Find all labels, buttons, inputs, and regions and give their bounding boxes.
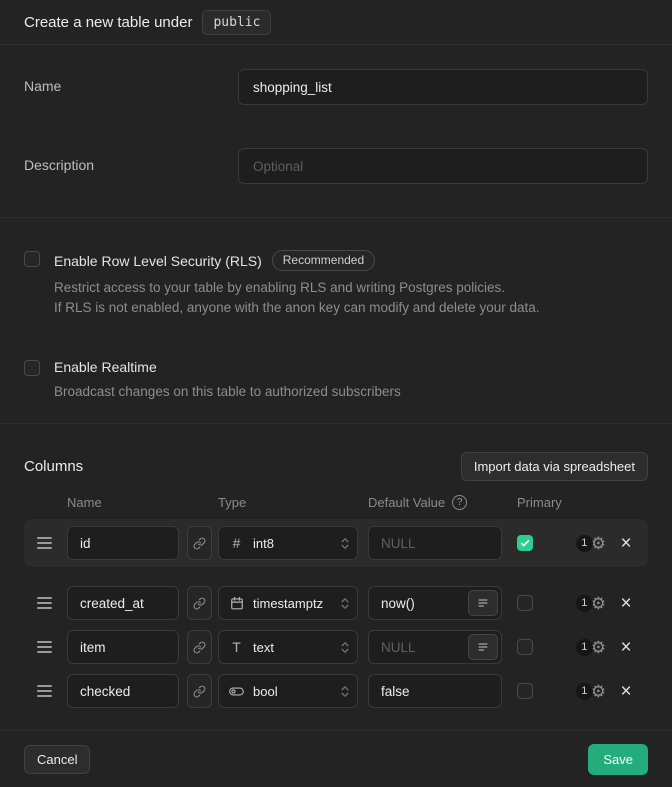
primary-checkbox[interactable]: [517, 639, 533, 655]
delete-column-icon[interactable]: ×: [614, 682, 638, 701]
realtime-description: Broadcast changes on this table to autho…: [54, 382, 401, 402]
rls-toggle-block: Enable Row Level Security (RLS) Recommen…: [24, 251, 648, 318]
description-field-row: Description: [24, 148, 648, 184]
realtime-label: Enable Realtime: [54, 359, 157, 375]
chevron-updown-icon: [340, 684, 350, 699]
drag-handle-icon[interactable]: [37, 641, 53, 653]
settings-count-badge: 1: [576, 639, 593, 656]
table-options-section: Enable Row Level Security (RLS) Recommen…: [0, 218, 672, 424]
drag-handle-icon[interactable]: [37, 537, 53, 549]
schema-badge: public: [202, 10, 271, 35]
type-icon: T: [229, 639, 244, 655]
header-default-value: Default Value ?: [368, 495, 517, 510]
header-type: Type: [218, 495, 368, 510]
type-label: text: [253, 640, 331, 655]
column-type-select[interactable]: timestamptz: [218, 586, 358, 620]
gear-icon[interactable]: ⚙: [591, 535, 606, 552]
gear-icon[interactable]: ⚙: [591, 595, 606, 612]
name-label: Name: [24, 69, 238, 105]
chevron-updown-icon: [340, 640, 350, 655]
settings-count-badge: 1: [576, 535, 593, 552]
column-settings: 1 ⚙: [576, 535, 606, 552]
default-value-wrap: [368, 586, 502, 620]
column-row: bool 1 ⚙ ×: [24, 667, 648, 715]
drag-handle-icon[interactable]: [37, 685, 53, 697]
default-value-wrap: [368, 526, 502, 560]
primary-checkbox[interactable]: [517, 683, 533, 699]
recommended-badge: Recommended: [272, 250, 375, 271]
type-label: timestamptz: [253, 596, 331, 611]
drag-handle-icon[interactable]: [37, 597, 53, 609]
type-icon: #: [229, 535, 244, 551]
cancel-button[interactable]: Cancel: [24, 745, 90, 774]
settings-count-badge: 1: [576, 595, 593, 612]
column-name-input[interactable]: [67, 630, 179, 664]
import-spreadsheet-button[interactable]: Import data via spreadsheet: [461, 452, 648, 481]
table-info-section: Name Description: [0, 45, 672, 218]
column-name-input[interactable]: [67, 674, 179, 708]
dialog-header: Create a new table under public: [0, 0, 672, 45]
rls-label: Enable Row Level Security (RLS): [54, 253, 262, 269]
chevron-updown-icon: [340, 536, 350, 551]
foreign-key-link-icon[interactable]: [187, 586, 212, 620]
table-name-input[interactable]: [238, 69, 648, 105]
rls-checkbox[interactable]: [24, 251, 40, 267]
type-label: int8: [253, 536, 331, 551]
primary-checkbox[interactable]: [517, 595, 533, 611]
description-label: Description: [24, 148, 238, 184]
realtime-toggle-block: Enable Realtime Broadcast changes on thi…: [24, 360, 648, 402]
column-row: # int8 1 ⚙ ×: [24, 519, 648, 567]
columns-section: Columns Import data via spreadsheet Name…: [0, 424, 672, 730]
column-row: T text 1 ⚙ ×: [24, 623, 648, 671]
header-primary: Primary: [517, 495, 562, 510]
default-value-input[interactable]: [368, 526, 502, 560]
column-settings: 1 ⚙: [576, 683, 606, 700]
suggestions-menu-icon[interactable]: [468, 590, 498, 616]
name-field-row: Name: [24, 69, 648, 105]
column-row: timestamptz 1 ⚙ ×: [24, 579, 648, 627]
delete-column-icon[interactable]: ×: [614, 594, 638, 613]
columns-title: Columns: [24, 458, 83, 475]
column-type-select[interactable]: # int8: [218, 526, 358, 560]
table-description-input[interactable]: [238, 148, 648, 184]
suggestions-menu-icon[interactable]: [468, 634, 498, 660]
column-type-select[interactable]: T text: [218, 630, 358, 664]
create-table-dialog: Create a new table under public Name Des…: [0, 0, 672, 787]
type-icon: [229, 686, 244, 697]
foreign-key-link-icon[interactable]: [187, 674, 212, 708]
column-settings: 1 ⚙: [576, 639, 606, 656]
help-icon[interactable]: ?: [452, 495, 467, 510]
rls-description: Restrict access to your table by enablin…: [54, 278, 540, 318]
column-type-select[interactable]: bool: [218, 674, 358, 708]
delete-column-icon[interactable]: ×: [614, 534, 638, 553]
column-name-input[interactable]: [67, 586, 179, 620]
header-name: Name: [67, 495, 218, 510]
columns-table-headers: Name Type Default Value ? Primary: [24, 495, 648, 510]
chevron-updown-icon: [340, 596, 350, 611]
check-icon: [520, 538, 530, 548]
settings-count-badge: 1: [576, 683, 593, 700]
type-icon: [229, 596, 244, 610]
primary-checkbox[interactable]: [517, 535, 533, 551]
realtime-checkbox[interactable]: [24, 360, 40, 376]
column-name-input[interactable]: [67, 526, 179, 560]
gear-icon[interactable]: ⚙: [591, 683, 606, 700]
columns-rows: # int8 1 ⚙ × timestamptz: [24, 519, 648, 715]
type-label: bool: [253, 684, 331, 699]
default-value-wrap: [368, 630, 502, 664]
default-value-wrap: [368, 674, 502, 708]
column-settings: 1 ⚙: [576, 595, 606, 612]
gear-icon[interactable]: ⚙: [591, 639, 606, 656]
delete-column-icon[interactable]: ×: [614, 638, 638, 657]
save-button[interactable]: Save: [588, 744, 648, 775]
foreign-key-link-icon[interactable]: [187, 630, 212, 664]
dialog-title: Create a new table under: [24, 14, 192, 31]
foreign-key-link-icon[interactable]: [187, 526, 212, 560]
dialog-footer: Cancel Save: [0, 730, 672, 787]
default-value-input[interactable]: [368, 674, 502, 708]
